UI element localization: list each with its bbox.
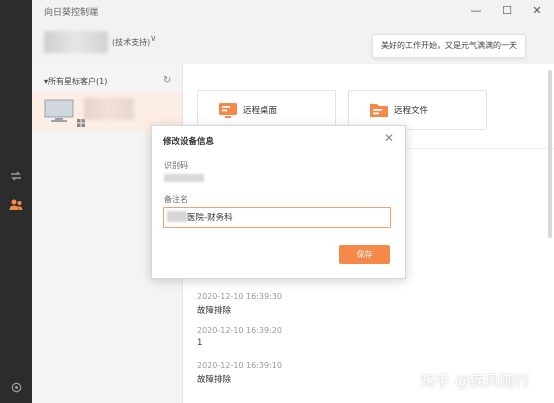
folder-icon (369, 100, 389, 120)
scrollbar[interactable] (548, 70, 552, 238)
refresh-icon[interactable]: ↻ (163, 75, 171, 86)
close-icon[interactable]: ✕ (384, 131, 394, 145)
watermark: 知乎 @疾风随行 (420, 372, 530, 390)
save-button[interactable]: 保存 (339, 245, 390, 264)
log-time: 2020-12-10 16:39:20 (197, 326, 282, 335)
note-redacted-prefix (167, 211, 187, 222)
app-title: 向日葵控制端 (44, 8, 99, 18)
log-time: 2020-12-10 16:39:10 (197, 361, 282, 370)
log-time: 2020-12-10 16:39:30 (197, 292, 282, 301)
log-message: 故障排除 (197, 375, 232, 385)
maximize-button[interactable]: ☐ (499, 3, 515, 19)
dialog-title: 修改设备信息 (163, 137, 215, 147)
link-icon[interactable] (8, 168, 24, 184)
remote-file-tile[interactable]: 远程文件 (348, 90, 487, 130)
log-message: 故障排除 (197, 306, 232, 316)
chevron-down-icon[interactable]: ∨ (150, 34, 157, 44)
device-name-redacted (84, 98, 134, 120)
user-role-label: (技术支持) (112, 38, 151, 47)
group-header[interactable]: ▾所有星标客户(1) (44, 76, 107, 87)
close-button[interactable]: ✕ (529, 3, 545, 19)
tile-label: 远程桌面 (243, 106, 278, 116)
note-label: 备注名 (164, 195, 188, 204)
slogan-bubble: 美好的工作开始，又是元气满满的一天 (372, 34, 526, 58)
left-rail (0, 0, 32, 403)
contacts-icon[interactable] (8, 197, 24, 213)
note-value[interactable]: 医院-财务科 (187, 211, 233, 223)
log-message: 1 (197, 338, 203, 348)
settings-icon[interactable] (8, 379, 24, 395)
minimize-button[interactable]: — (468, 3, 484, 19)
avatar[interactable] (44, 31, 108, 53)
id-value-redacted (164, 174, 204, 182)
remote-desktop-icon (218, 100, 238, 120)
remote-desktop-tile[interactable]: 远程桌面 (197, 90, 336, 130)
tile-label: 远程文件 (394, 106, 429, 116)
monitor-icon (44, 99, 74, 127)
id-label: 识别码 (164, 161, 188, 170)
